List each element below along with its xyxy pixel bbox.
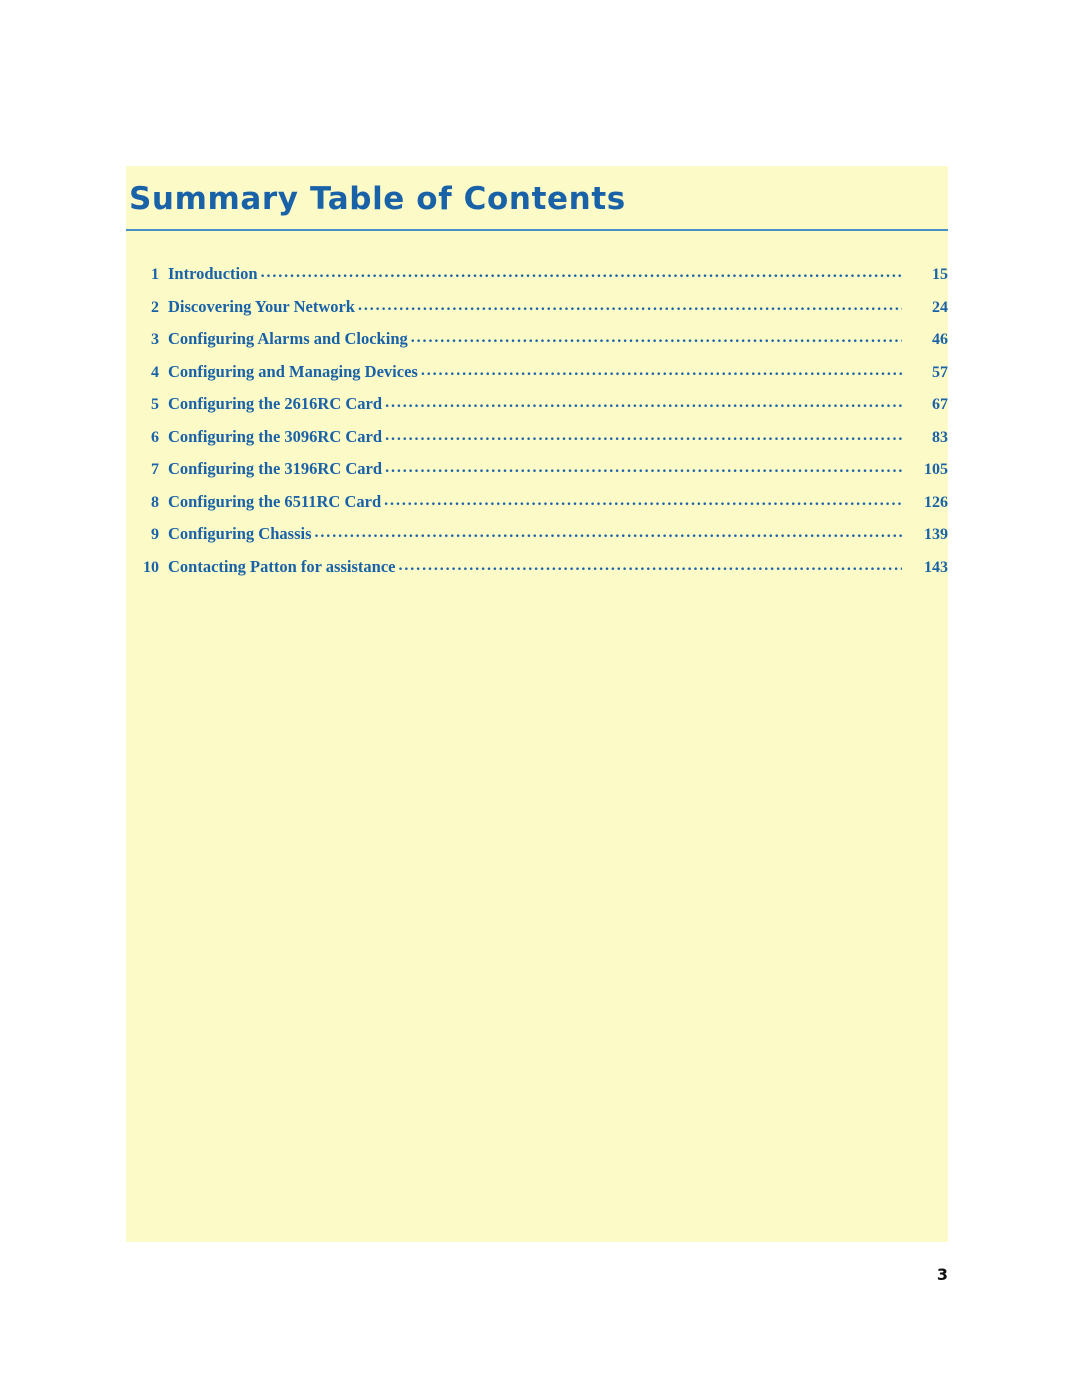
- toc-entry-page: 67: [932, 396, 948, 413]
- toc-leader-dots: ........................................…: [384, 491, 902, 509]
- toc-entry[interactable]: 10 Contacting Patton for assistance......…: [126, 551, 948, 584]
- document-page: Summary Table of Contents 1 Introduction.…: [0, 0, 1080, 1397]
- toc-entry-page: 139: [924, 526, 948, 543]
- toc-entry-number: 9: [151, 526, 159, 543]
- toc-entry[interactable]: 3 Configuring Alarms and Clocking........…: [126, 323, 948, 356]
- toc-leader-dots: ........................................…: [410, 329, 902, 346]
- toc-entry-label[interactable]: Discovering Your Network: [168, 291, 358, 324]
- toc-entry-page: 24: [932, 298, 948, 316]
- toc-entry-label[interactable]: Configuring the 3096RC Card: [168, 421, 385, 454]
- toc-leader-dots: ........................................…: [420, 361, 902, 379]
- toc-entry[interactable]: 5 Configuring the 2616RC Card............…: [126, 388, 948, 421]
- toc-entry-page: 46: [932, 331, 948, 348]
- toc-entry-page: 105: [924, 461, 948, 478]
- toc-entry-label[interactable]: Contacting Patton for assistance: [168, 551, 398, 584]
- toc-entry-page: 143: [924, 558, 948, 576]
- toc-entry[interactable]: 6 Configuring the 3096RC Card............…: [126, 421, 948, 454]
- toc-leader-dots: ........................................…: [314, 524, 903, 541]
- toc-entry[interactable]: 2 Discovering Your Network...............…: [126, 291, 948, 324]
- page-folio: 3: [936, 1265, 948, 1284]
- toc-entry[interactable]: 4 Configuring and Managing Devices.......…: [126, 356, 948, 389]
- toc-entry[interactable]: 8 Configuring the 6511RC Card............…: [126, 486, 948, 519]
- toc-entry-number: 10: [143, 558, 159, 576]
- title-divider: [126, 229, 948, 231]
- toc-entry-number: 3: [151, 331, 159, 348]
- toc-entry-label[interactable]: Configuring the 2616RC Card: [168, 388, 385, 421]
- toc-leader-dots: ........................................…: [385, 394, 902, 411]
- toc-entry-label[interactable]: Configuring the 3196RC Card: [168, 453, 385, 486]
- page-title: Summary Table of Contents: [129, 181, 626, 217]
- toc-entry-page: 15: [932, 266, 948, 283]
- toc-leader-dots: ........................................…: [260, 264, 902, 281]
- toc-entry[interactable]: 9 Configuring Chassis....................…: [126, 518, 948, 551]
- toc-entry-number: 8: [151, 493, 159, 511]
- toc-entry-number: 5: [151, 396, 159, 413]
- toc-entry-number: 6: [151, 428, 159, 446]
- toc-entry[interactable]: 1 Introduction...........................…: [126, 258, 948, 291]
- toc-entry-number: 2: [151, 298, 159, 316]
- toc-entry[interactable]: 7 Configuring the 3196RC Card............…: [126, 453, 948, 486]
- toc-entry-page: 126: [924, 493, 948, 511]
- toc-entry-number: 1: [151, 266, 159, 283]
- toc-entry-label[interactable]: Configuring Alarms and Clocking: [168, 323, 411, 356]
- toc-entry-page: 83: [932, 428, 948, 446]
- toc-entry-label[interactable]: Configuring Chassis: [168, 518, 315, 551]
- toc-leader-dots: ........................................…: [385, 459, 902, 476]
- table-of-contents: 1 Introduction...........................…: [126, 258, 948, 583]
- toc-entry-label[interactable]: Configuring and Managing Devices: [168, 356, 421, 389]
- toc-entry-label[interactable]: Configuring the 6511RC Card: [168, 486, 384, 519]
- toc-entry-page: 57: [932, 363, 948, 381]
- toc-entry-label[interactable]: Introduction: [168, 258, 261, 291]
- toc-leader-dots: ........................................…: [398, 556, 902, 574]
- toc-leader-dots: ........................................…: [357, 296, 902, 314]
- toc-leader-dots: ........................................…: [385, 426, 902, 444]
- toc-entry-number: 4: [151, 363, 159, 381]
- toc-entry-number: 7: [151, 461, 159, 478]
